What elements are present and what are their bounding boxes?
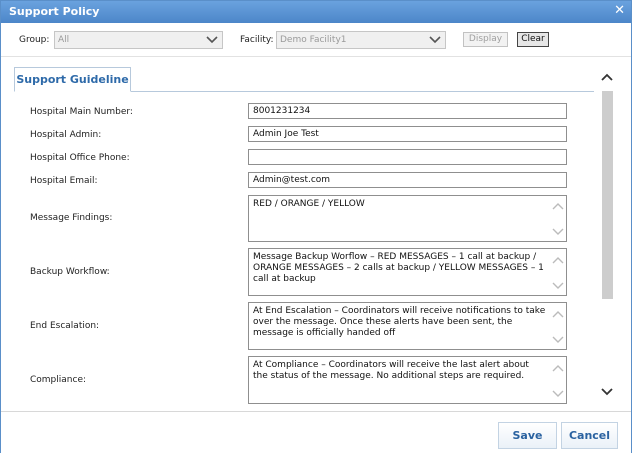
scroll-down-icon[interactable] (552, 281, 564, 291)
dialog-footer: Save Cancel (1, 411, 631, 453)
facility-select[interactable]: Demo Facility1 (276, 31, 446, 49)
hospital-office-phone-label: Hospital Office Phone: (30, 153, 130, 163)
save-button[interactable]: Save (498, 422, 557, 449)
scroll-down-icon[interactable] (552, 389, 564, 399)
title-bar: Support Policy ✕ (1, 1, 631, 23)
end-escalation-text: At End Escalation – Coordinators will re… (253, 306, 546, 338)
close-icon[interactable]: ✕ (614, 3, 625, 18)
message-findings-label: Message Findings: (30, 213, 113, 223)
scroll-up-icon[interactable] (552, 255, 564, 265)
scroll-down-icon[interactable] (601, 387, 613, 397)
hospital-email-label: Hospital Email: (30, 176, 98, 186)
compliance-text: At Compliance – Coordinators will receiv… (253, 360, 529, 381)
tab-support-guideline[interactable]: Support Guideline (14, 67, 131, 92)
facility-select-value: Demo Facility1 (280, 35, 347, 45)
hospital-admin-input[interactable]: Admin Joe Test (248, 126, 567, 142)
filter-bar: Group: All Facility: Demo Facility1 Disp… (1, 23, 631, 57)
end-escalation-label: End Escalation: (30, 321, 100, 331)
end-escalation-textarea[interactable]: At End Escalation – Coordinators will re… (248, 302, 567, 350)
compliance-textarea[interactable]: At Compliance – Coordinators will receiv… (248, 356, 567, 404)
chevron-down-icon (429, 36, 441, 44)
scroll-up-icon[interactable] (552, 201, 564, 211)
hospital-admin-label: Hospital Admin: (30, 130, 102, 140)
chevron-down-icon (206, 36, 218, 44)
group-select-value: All (58, 35, 70, 45)
hospital-email-input[interactable]: Admin@test.com (248, 172, 567, 188)
group-select[interactable]: All (54, 31, 223, 49)
dialog-title: Support Policy (9, 5, 100, 18)
cancel-button[interactable]: Cancel (561, 422, 618, 449)
scroll-down-icon[interactable] (552, 227, 564, 237)
message-findings-text: RED / ORANGE / YELLOW (253, 199, 365, 209)
hospital-office-phone-input[interactable] (248, 149, 567, 165)
group-label: Group: (19, 35, 50, 45)
display-button[interactable]: Display (463, 32, 508, 47)
message-findings-textarea[interactable]: RED / ORANGE / YELLOW (248, 195, 567, 242)
scroll-up-icon[interactable] (552, 363, 564, 373)
facility-label: Facility: (240, 35, 274, 45)
content-scrollbar[interactable] (598, 65, 616, 405)
hospital-main-number-input[interactable]: 8001231234 (248, 103, 567, 119)
scrollbar-thumb[interactable] (602, 91, 613, 299)
backup-workflow-label: Backup Workflow: (30, 267, 110, 277)
backup-workflow-text: Message Backup Worflow – RED MESSAGES – … (253, 252, 544, 284)
hospital-main-number-label: Hospital Main Number: (30, 107, 133, 117)
support-policy-dialog: Support Policy ✕ Group: All Facility: De… (0, 0, 632, 453)
scroll-down-icon[interactable] (552, 335, 564, 345)
clear-button[interactable]: Clear (517, 32, 549, 47)
scroll-up-icon[interactable] (601, 72, 613, 82)
scroll-up-icon[interactable] (552, 309, 564, 319)
backup-workflow-textarea[interactable]: Message Backup Worflow – RED MESSAGES – … (248, 248, 567, 296)
compliance-label: Compliance: (30, 375, 87, 385)
